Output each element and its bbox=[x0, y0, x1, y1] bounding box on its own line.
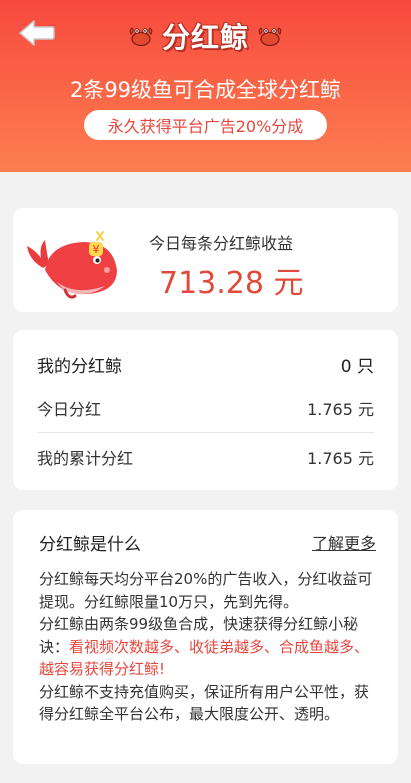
today-dividend-row: 今日分红 1.765 元 bbox=[37, 396, 374, 420]
page-title: 分红鲸 bbox=[161, 21, 249, 54]
today-dividend-value: 1.765 元 bbox=[307, 400, 374, 419]
header-subtitle: 2条99级鱼可合成全球分红鲸 bbox=[69, 78, 342, 102]
stats-card: 我的分红鲸 0 只 今日分红 1.765 元 我的累计分红 1.765 元 bbox=[13, 330, 398, 490]
share-pill: 永久获得平台广告20%分成 bbox=[84, 110, 327, 140]
whale-icon: ¥ bbox=[27, 231, 117, 299]
svg-text:¥: ¥ bbox=[93, 243, 100, 256]
header: 分红鲸 2条99级鱼可合成全球分红鲸 永久获得平台广告20%分成 bbox=[0, 0, 411, 172]
divider bbox=[37, 432, 374, 433]
income-value: 713.28 元 bbox=[159, 266, 304, 301]
info-description: 分红鲸每天均分平台20%的广告收入，分红收益可提现。分红鲸限量10万只，先到先得… bbox=[39, 568, 380, 726]
share-pill-label: 永久获得平台广告20%分成 bbox=[107, 117, 304, 136]
crab-icon bbox=[129, 27, 153, 47]
info-paragraph-2: 分红鲸由两条99级鱼合成，快速获得分红鲸小秘诀：看视频次数越多、收徒弟越多、合成… bbox=[39, 613, 380, 681]
learn-more-link[interactable]: 了解更多 bbox=[312, 530, 376, 554]
info-paragraph-1: 分红鲸每天均分平台20%的广告收入，分红收益可提现。分红鲸限量10万只，先到先得… bbox=[39, 570, 373, 611]
total-dividend-value: 1.765 元 bbox=[307, 449, 374, 468]
today-dividend-label: 今日分红 bbox=[37, 400, 102, 419]
info-title: 分红鲸是什么 bbox=[39, 535, 141, 555]
my-whales-label: 我的分红鲸 bbox=[37, 357, 122, 377]
income-label: 今日每条分红鲸收益 bbox=[149, 234, 294, 253]
info-card: 分红鲸是什么 了解更多 分红鲸每天均分平台20%的广告收入，分红收益可提现。分红… bbox=[13, 510, 398, 764]
my-whales-row: 我的分红鲸 0 只 bbox=[37, 352, 374, 377]
info-paragraph-3: 分红鲸不支持充值购买，保证所有用户公平性，获得分红鲸全平台公布，最大限度公开、透… bbox=[39, 682, 370, 724]
crab-icon bbox=[258, 27, 282, 47]
title-area: 分红鲸 bbox=[0, 16, 411, 56]
my-whales-value: 0 只 bbox=[340, 357, 374, 377]
total-dividend-row: 我的累计分红 1.765 元 bbox=[37, 445, 374, 469]
total-dividend-label: 我的累计分红 bbox=[37, 449, 134, 468]
info-tips-highlight: 看视频次数越多、收徒弟越多、合成鱼越多、越容易获得分红鲸! bbox=[39, 637, 370, 679]
income-card: ¥ 今日每条分红鲸收益 713.28 元 bbox=[13, 208, 398, 312]
